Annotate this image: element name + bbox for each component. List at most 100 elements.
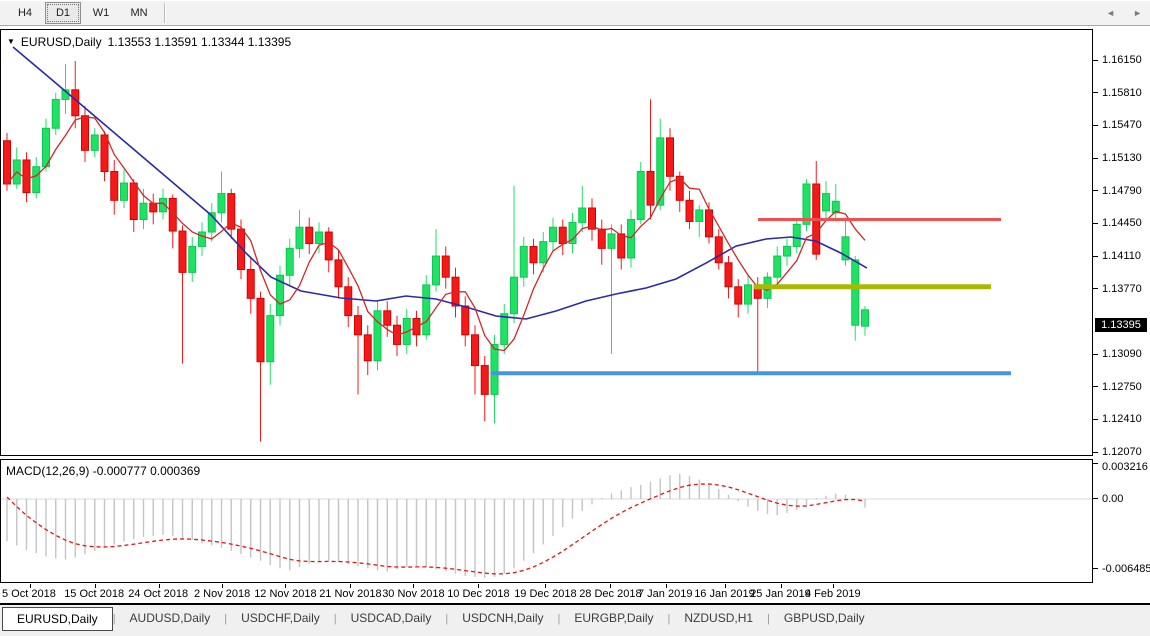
candle — [423, 275, 430, 339]
symbol-tab-usdchf[interactable]: USDCHF,Daily — [227, 607, 334, 629]
candle — [296, 210, 303, 258]
price-axis-label: 1.13090 — [1102, 348, 1142, 360]
candle — [52, 93, 59, 135]
timeframe-toolbar: H4D1W1MN — [0, 0, 1150, 26]
candle — [160, 189, 167, 220]
date-axis[interactable]: 5 Oct 201815 Oct 201824 Oct 20182 Nov 20… — [0, 584, 1150, 603]
candle — [442, 246, 449, 288]
timeframe-button-mn[interactable]: MN — [121, 2, 157, 24]
candle — [511, 186, 518, 323]
chart-ohlc-quote: 1.13553 1.13591 1.13344 1.13395 — [108, 35, 292, 49]
date-axis-label: 15 Oct 2018 — [64, 588, 124, 600]
price-axis-tick — [1093, 256, 1098, 257]
candle — [559, 220, 566, 256]
candle — [91, 128, 98, 157]
price-axis-tick — [1093, 354, 1098, 355]
symbol-tab-eurgbp[interactable]: EURGBP,Daily — [560, 607, 667, 629]
candle — [530, 239, 537, 275]
candle — [355, 306, 362, 394]
candle — [277, 266, 284, 326]
chart-dropdown-icon[interactable]: ▼ — [7, 37, 15, 46]
price-axis-label: 1.12070 — [1102, 446, 1142, 458]
candle — [715, 229, 722, 269]
candle — [608, 224, 615, 354]
price-axis-tick — [1093, 92, 1098, 93]
date-axis-label: 7 Jan 2019 — [638, 588, 692, 600]
price-axis-tick — [1093, 419, 1098, 420]
candle — [345, 277, 352, 327]
toolbar-separator — [164, 3, 165, 23]
candle — [72, 61, 79, 128]
candle — [43, 119, 50, 172]
candle — [228, 189, 235, 239]
chart-symbol-label: EURUSD,Daily — [21, 35, 102, 49]
price-axis[interactable]: 1.161501.158101.154701.151301.147901.144… — [1093, 29, 1150, 456]
macd-axis-label: -0.006485 — [1102, 563, 1150, 575]
candle — [208, 203, 215, 241]
candle — [842, 218, 849, 266]
candle — [784, 239, 791, 266]
candle — [218, 171, 225, 222]
candle — [793, 220, 800, 254]
symbol-tab-nzdusd[interactable]: NZDUSD,H1 — [670, 607, 767, 629]
candle — [4, 133, 11, 191]
candle — [686, 191, 693, 229]
candle — [189, 237, 196, 282]
macd-chart[interactable] — [1, 460, 1092, 582]
price-axis-label: 1.15130 — [1102, 152, 1142, 164]
indicator-axis[interactable]: 0.0032160.00-0.006485 — [1093, 459, 1150, 583]
candle — [579, 186, 586, 232]
price-axis-tick — [1093, 452, 1098, 453]
price-axis-tick — [1093, 190, 1098, 191]
candle — [335, 250, 342, 298]
candle — [774, 246, 781, 284]
candle — [179, 225, 186, 363]
candle — [82, 106, 89, 162]
candle — [481, 356, 488, 421]
price-axis-label: 1.16150 — [1102, 54, 1142, 66]
candle — [803, 179, 810, 231]
candle — [520, 237, 527, 287]
candle — [745, 275, 752, 313]
symbol-tab-usdcad[interactable]: USDCAD,Daily — [337, 607, 446, 629]
candle — [462, 296, 469, 346]
price-axis-label: 1.13770 — [1102, 283, 1142, 295]
timeframe-button-d1[interactable]: D1 — [45, 2, 81, 24]
symbol-tab-eurusd[interactable]: EURUSD,Daily — [2, 607, 113, 631]
candle — [433, 229, 440, 291]
price-axis-tick — [1093, 288, 1098, 289]
price-axis-label: 1.12750 — [1102, 381, 1142, 393]
date-axis-label: 4 Feb 2019 — [805, 588, 861, 600]
candle — [637, 162, 644, 224]
symbol-tab-gbpusd[interactable]: GBPUSD,Daily — [770, 607, 879, 629]
candlestick-chart[interactable] — [1, 30, 1092, 455]
candle — [628, 210, 635, 268]
candle — [569, 213, 576, 253]
date-axis-label: 12 Nov 2018 — [254, 588, 316, 600]
date-axis-label: 25 Jan 2019 — [750, 588, 811, 600]
candle — [472, 325, 479, 394]
date-axis-label: 16 Jan 2019 — [694, 588, 755, 600]
candle — [121, 170, 128, 208]
candle — [823, 181, 830, 219]
symbol-tab-audusd[interactable]: AUDUSD,Daily — [116, 607, 225, 629]
candle — [374, 301, 381, 370]
timeframe-button-w1[interactable]: W1 — [83, 2, 119, 24]
tab-scroll-right-icon[interactable]: ► — [1133, 8, 1142, 18]
timeframe-button-h4[interactable]: H4 — [7, 2, 43, 24]
price-axis-label: 1.15470 — [1102, 119, 1142, 131]
symbol-tab-usdcnh[interactable]: USDCNH,Daily — [448, 607, 557, 629]
candle — [735, 279, 742, 317]
price-axis-label: 1.15810 — [1102, 87, 1142, 99]
macd-axis-tick — [1093, 568, 1098, 569]
candle — [325, 227, 332, 272]
tab-scroll-left-icon[interactable]: ◄ — [1106, 8, 1115, 18]
price-axis-label: 1.14450 — [1102, 217, 1142, 229]
candle — [267, 304, 274, 385]
date-axis-label: 28 Dec 2018 — [579, 588, 641, 600]
candle — [150, 194, 157, 225]
candle — [130, 179, 137, 232]
mt4-chart-window: H4D1W1MN ▼ EURUSD,Daily 1.13553 1.13591 … — [0, 0, 1150, 636]
date-axis-label: 5 Oct 2018 — [2, 588, 56, 600]
main-chart-panel[interactable] — [0, 29, 1093, 456]
